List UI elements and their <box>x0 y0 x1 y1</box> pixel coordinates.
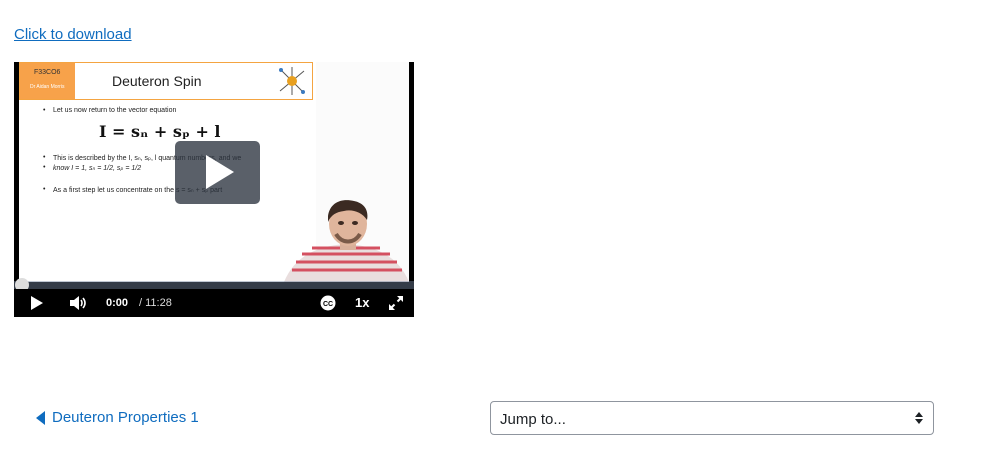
slide-code: F33CO6 <box>34 69 61 76</box>
duration: / 11:28 <box>139 297 172 309</box>
jump-to-select[interactable]: Jump to... <box>490 401 934 435</box>
play-icon[interactable] <box>31 296 43 310</box>
previous-activity-link[interactable]: Deuteron Properties 1 <box>36 409 199 426</box>
download-link[interactable]: Click to download <box>14 26 132 43</box>
big-play-button[interactable] <box>175 141 260 204</box>
presenter-image <box>284 200 409 282</box>
previous-activity-label: Deuteron Properties 1 <box>52 409 199 426</box>
current-time: 0:00 <box>106 297 129 309</box>
slide-equation: I = sₙ + sₚ + l <box>99 122 221 141</box>
playback-rate-button[interactable]: 1x <box>355 295 369 310</box>
slide-header: F33CO6 Dr Aidan Morris Deuteron Spin <box>19 62 313 100</box>
slide-title: Deuteron Spin <box>112 73 202 89</box>
svg-text:CC: CC <box>323 301 333 308</box>
slide-bullet-2-cont: know I = 1, sₙ = 1/2, sₚ = 1/2 <box>43 164 141 172</box>
select-arrows-icon <box>915 412 923 424</box>
progress-bar[interactable] <box>14 278 414 292</box>
captions-icon[interactable]: CC <box>320 295 336 311</box>
control-bar: 0:00 / 11:28 CC 1x <box>14 289 414 317</box>
slide-badge: F33CO6 Dr Aidan Morris <box>20 63 75 99</box>
video-player[interactable]: F33CO6 Dr Aidan Morris Deuteron Spin Let… <box>14 62 414 317</box>
jump-to-label: Jump to... <box>500 411 566 428</box>
slide-author: Dr Aidan Morris <box>30 84 65 90</box>
volume-icon[interactable] <box>70 295 88 311</box>
chevron-left-icon <box>36 410 45 425</box>
atom-logo-icon <box>279 67 305 95</box>
fullscreen-icon[interactable] <box>389 296 403 310</box>
slide-bullet-1: Let us now return to the vector equation <box>43 107 176 114</box>
